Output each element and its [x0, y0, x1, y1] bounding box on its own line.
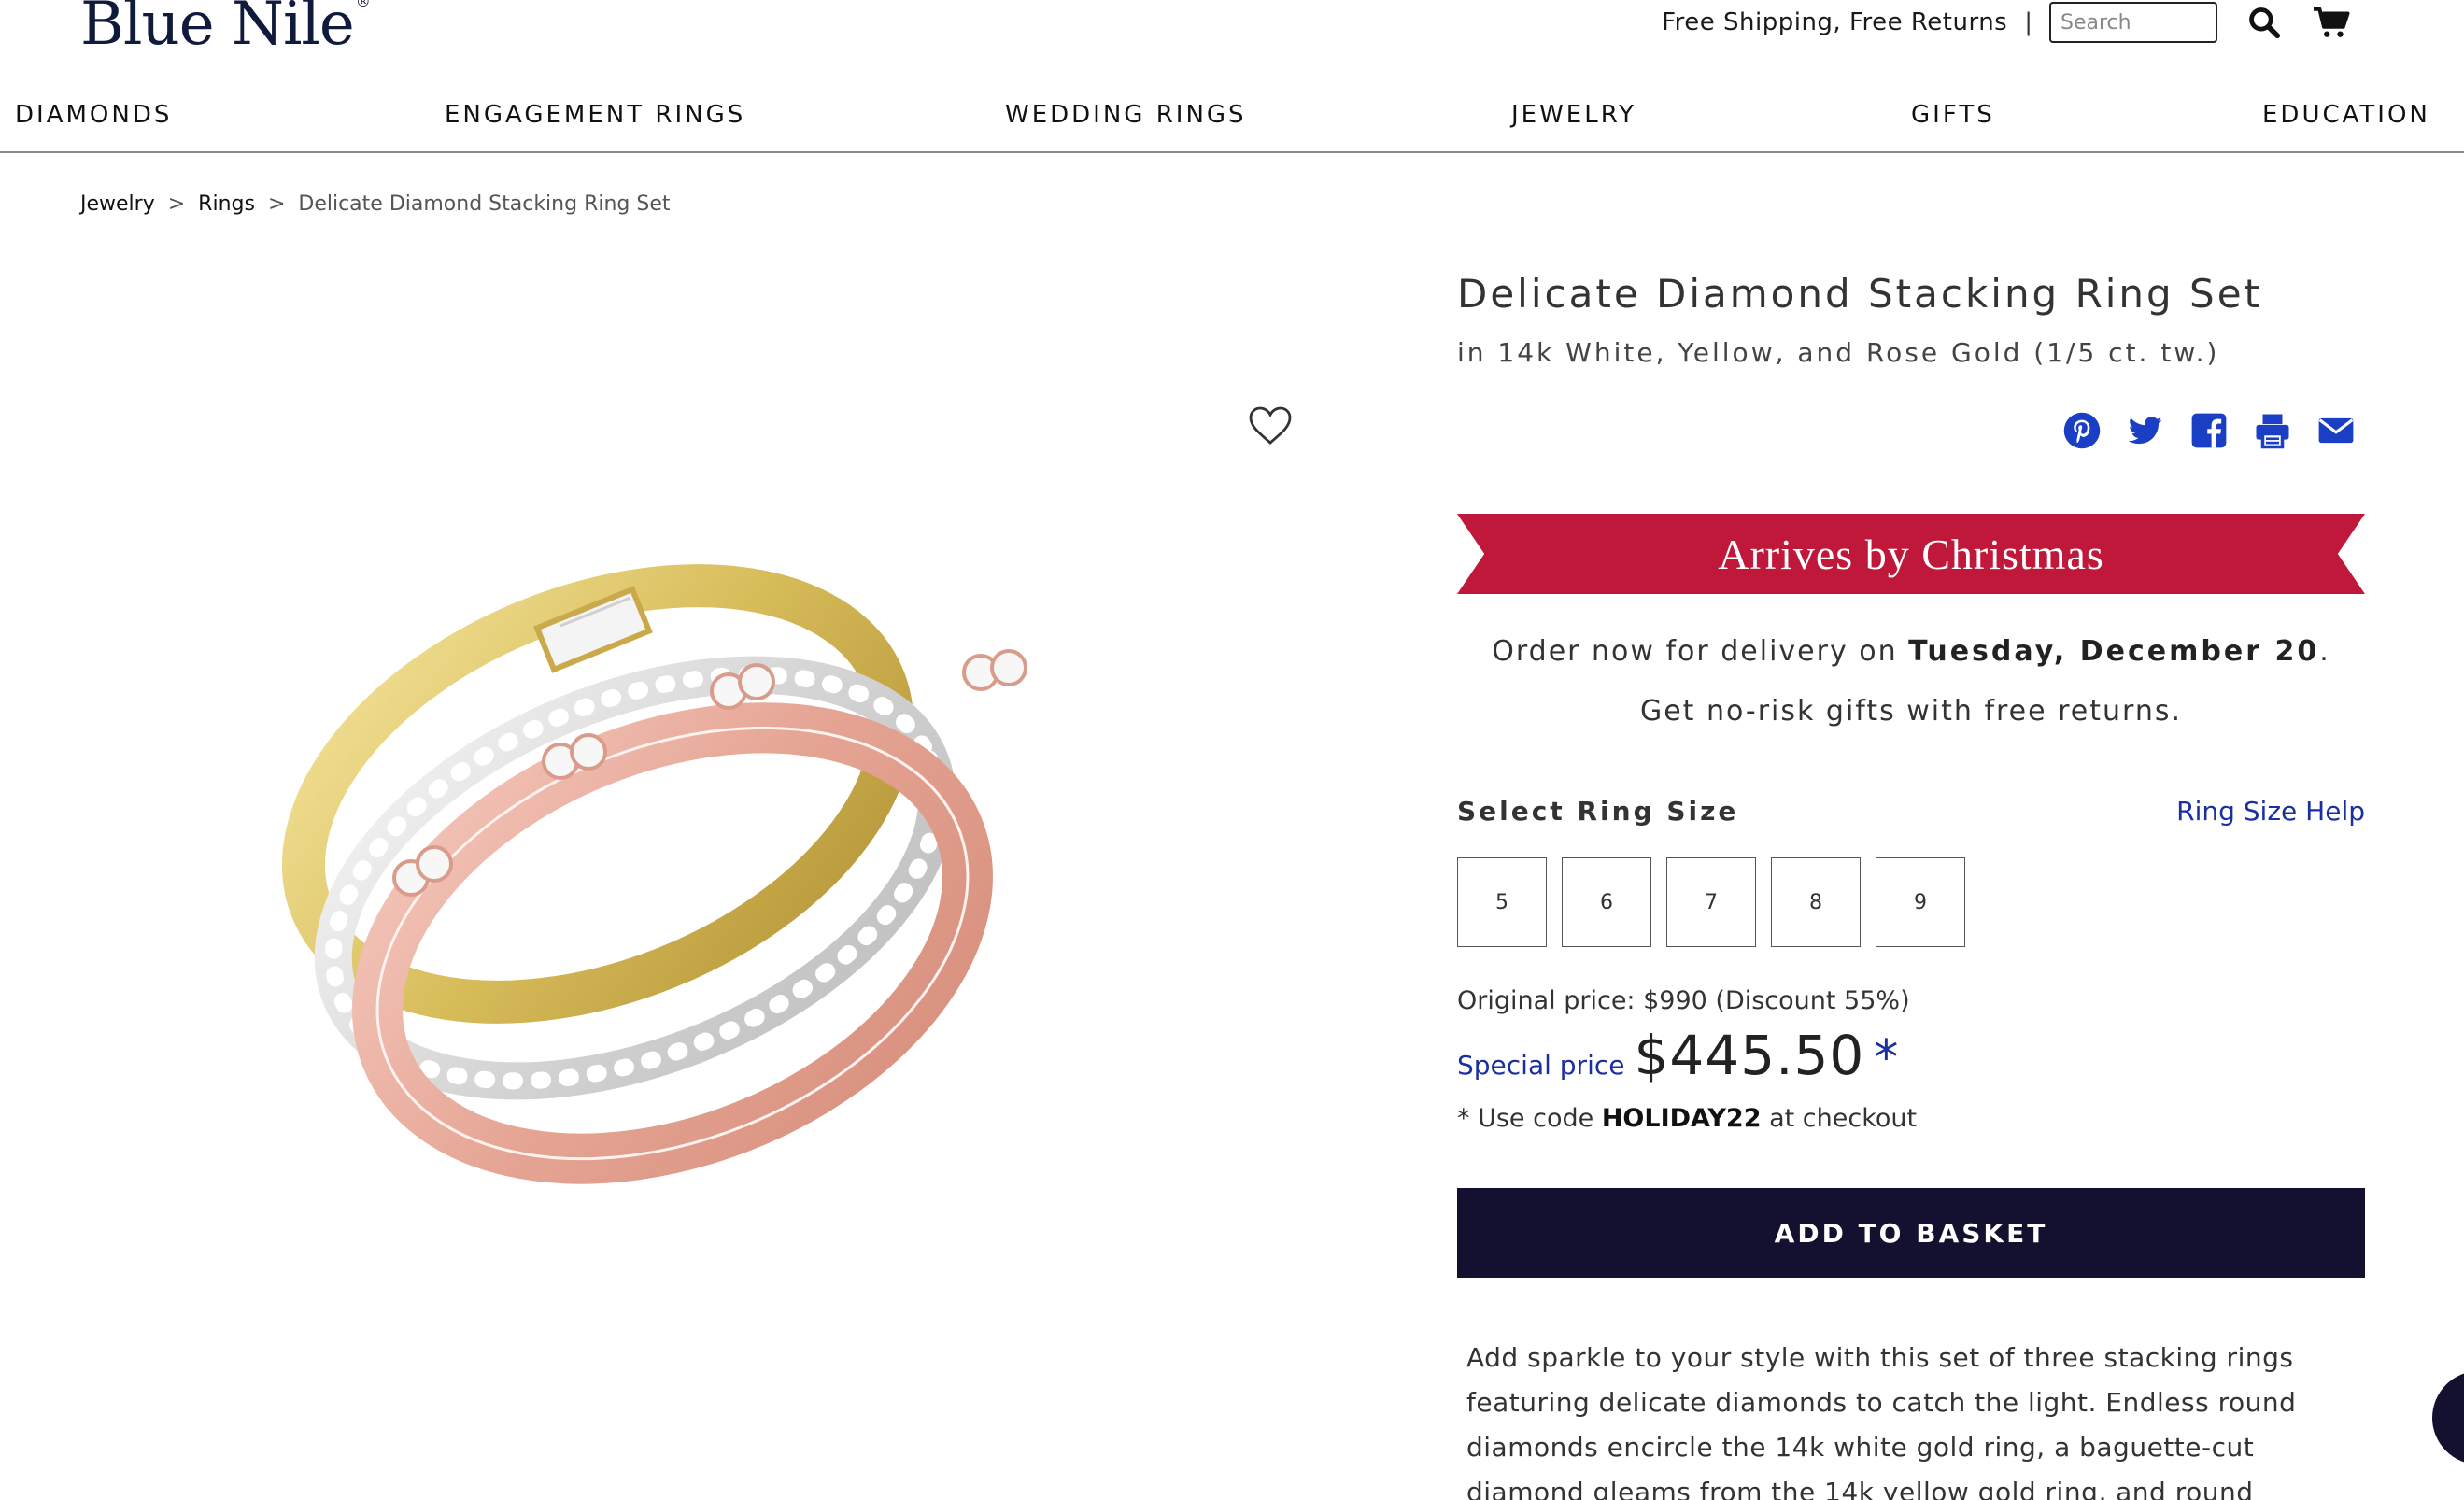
- nav-item-diamonds[interactable]: DIAMONDS: [15, 101, 172, 129]
- breadcrumb-separator: >: [267, 192, 286, 216]
- product-description: Add sparkle to your style with this set …: [1466, 1342, 2297, 1500]
- promo-code-note: * Use code HOLIDAY22 at checkout: [1457, 1104, 1917, 1133]
- nav-item-education[interactable]: EDUCATION: [2262, 101, 2430, 129]
- print-icon[interactable]: [2253, 411, 2292, 450]
- breadcrumb-rings[interactable]: Rings: [198, 192, 255, 216]
- logo-mark: ®: [355, 0, 371, 10]
- nav-item-gifts[interactable]: GIFTS: [1911, 101, 1995, 129]
- special-price-amount: $445.50: [1634, 1024, 1865, 1087]
- share-icons: [2062, 411, 2356, 450]
- search-icon[interactable]: [2244, 2, 2285, 43]
- shipping-text: Free Shipping, Free Returns: [1662, 8, 2008, 36]
- ring-size-options: 5 6 7 8 9: [1457, 857, 1965, 947]
- promo-code: HOLIDAY22: [1601, 1104, 1762, 1133]
- code-suffix: at checkout: [1769, 1104, 1918, 1133]
- ring-size-label: Select Ring Size: [1457, 796, 1739, 827]
- ring-size-help-link[interactable]: Ring Size Help: [2176, 796, 2365, 827]
- add-to-basket-button[interactable]: ADD TO BASKET: [1457, 1188, 2365, 1278]
- breadcrumb: Jewelry > Rings > Delicate Diamond Stack…: [80, 192, 671, 216]
- utility-bar: Free Shipping, Free Returns |: [1662, 0, 2352, 45]
- twitter-icon[interactable]: [2126, 411, 2165, 450]
- ring-size-option[interactable]: 8: [1771, 857, 1861, 947]
- special-price-asterisk: *: [1874, 1030, 1899, 1086]
- breadcrumb-current: Delicate Diamond Stacking Ring Set: [298, 192, 671, 216]
- utility-separator: |: [2024, 8, 2032, 36]
- code-prefix: * Use code: [1457, 1104, 1594, 1133]
- special-price-label: Special price: [1457, 1050, 1625, 1081]
- product-image[interactable]: [149, 392, 1326, 1500]
- product-details: Delicate Diamond Stacking Ring Set in 14…: [1457, 271, 2365, 1500]
- breadcrumb-separator: >: [167, 192, 186, 216]
- christmas-banner: Arrives by Christmas: [1457, 514, 2365, 594]
- ring-size-option[interactable]: 6: [1562, 857, 1651, 947]
- nav-item-jewelry[interactable]: JEWELRY: [1511, 101, 1636, 129]
- nav-item-wedding-rings[interactable]: WEDDING RINGS: [1005, 101, 1247, 129]
- blue-nile-logo[interactable]: Blue Nile ®: [80, 0, 371, 54]
- facebook-icon[interactable]: [2189, 411, 2229, 450]
- special-price: Special price $445.50 *: [1457, 1024, 1898, 1087]
- cart-icon[interactable]: [2311, 2, 2352, 43]
- delivery-suffix: .: [2319, 635, 2330, 668]
- ring-size-option[interactable]: 5: [1457, 857, 1547, 947]
- product-title: Delicate Diamond Stacking Ring Set: [1457, 271, 2263, 317]
- delivery-line: Order now for delivery on Tuesday, Decem…: [1457, 622, 2365, 682]
- chat-button[interactable]: [2432, 1371, 2464, 1465]
- product-page: Blue Nile ® Free Shipping, Free Returns |…: [0, 0, 2464, 1500]
- delivery-info: Order now for delivery on Tuesday, Decem…: [1457, 622, 2365, 742]
- email-icon[interactable]: [2316, 411, 2356, 450]
- pinterest-icon[interactable]: [2062, 411, 2102, 450]
- ring-size-option[interactable]: 9: [1876, 857, 1965, 947]
- search-input[interactable]: [2049, 2, 2217, 43]
- logo-text: Blue Nile: [80, 0, 355, 59]
- banner-text: Arrives by Christmas: [1718, 530, 2104, 578]
- delivery-prefix: Order now for delivery on: [1492, 635, 1898, 668]
- delivery-date: Tuesday, December 20: [1908, 635, 2320, 668]
- product-subtitle: in 14k White, Yellow, and Rose Gold (1/5…: [1457, 337, 2220, 368]
- ring-size-header: Select Ring Size Ring Size Help: [1457, 796, 2365, 827]
- ring-size-option[interactable]: 7: [1666, 857, 1756, 947]
- original-price: Original price: $990 (Discount 55%): [1457, 986, 1910, 1015]
- nav-item-engagement-rings[interactable]: ENGAGEMENT RINGS: [445, 101, 745, 129]
- returns-text: Get no-risk gifts with free returns.: [1639, 695, 2183, 728]
- main-nav: DIAMONDS ENGAGEMENT RINGS WEDDING RINGS …: [0, 93, 2464, 153]
- breadcrumb-jewelry[interactable]: Jewelry: [80, 192, 155, 216]
